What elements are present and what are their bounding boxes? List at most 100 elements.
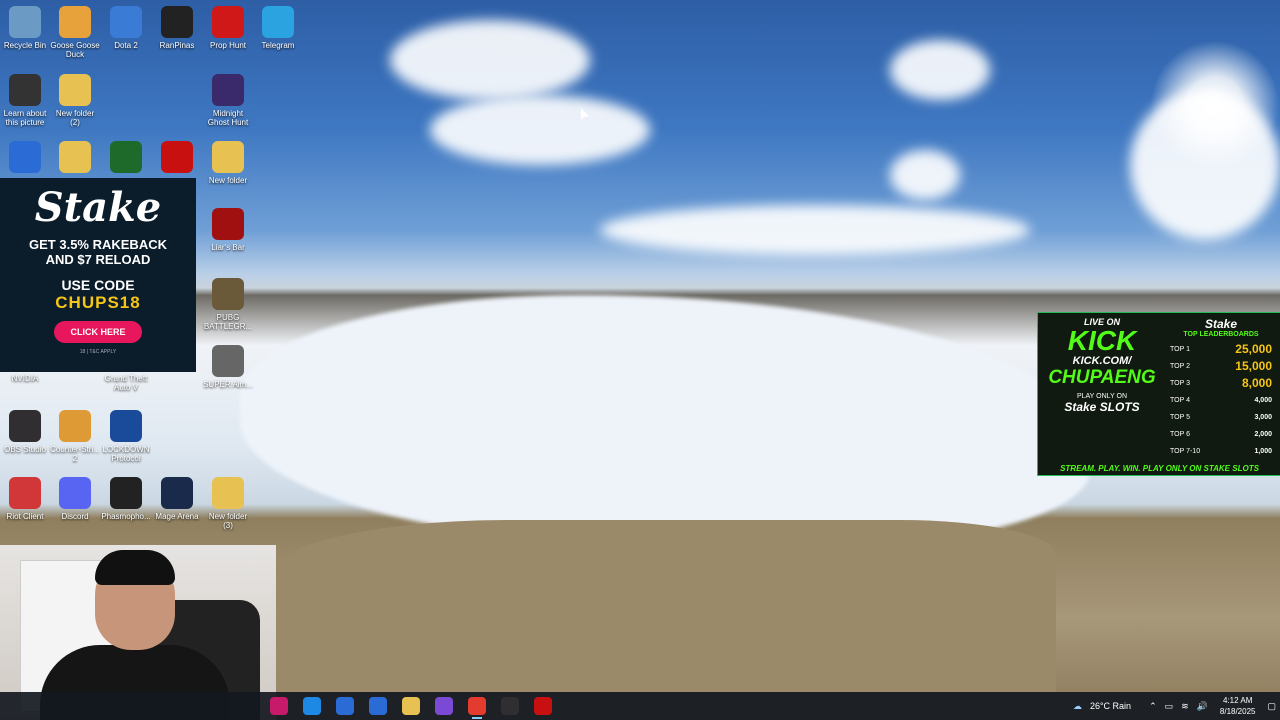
desktop-icon-label: Riot Client [6,512,44,521]
leaderboard-row: TOP 5 3,000 [1166,409,1276,426]
desktop-icon[interactable]: Liar's Bar [203,208,253,252]
desktop-icon-label: LOCKDOWN Protocol [102,445,150,463]
desktop-icon[interactable] [0,141,50,176]
store-icon[interactable] [336,697,354,715]
play-only-label: PLAY ONLY ON [1076,393,1128,400]
prop-hunt-icon [212,6,244,38]
wifi-icon[interactable]: ≋ [1181,701,1189,712]
stake-logo: Stake [34,184,162,231]
desktop-icon[interactable] [101,141,151,176]
desktop-icon[interactable]: Grand Theft Auto V [101,374,151,392]
liars-bar-icon [212,208,244,240]
leaderboard-row: TOP 1 25,000 [1166,341,1276,358]
desktop-icon[interactable]: Counter-Stri... 2 [50,410,100,463]
channel-name: CHUPAENG [1048,367,1156,388]
file-explorer-icon[interactable] [402,697,420,715]
leaderboard-row: TOP 2 15,000 [1166,358,1276,375]
cloud [1130,90,1280,240]
volume-icon[interactable]: 🔊 [1197,701,1208,712]
glacier [240,295,1090,545]
folder-icon [212,477,244,509]
desktop-icon[interactable]: Prop Hunt [203,6,253,50]
cs2-icon [59,410,91,442]
ghost-hunt-icon [212,74,244,106]
promo-code: CHUPS18 [55,293,141,312]
kick-logo: KICK [1067,325,1137,356]
chevron-up-icon[interactable]: ⌃ [1149,701,1157,712]
kick-stream-ad: LIVE ON KICK KICK.COM/ CHUPAENG PLAY ONL… [1037,312,1280,476]
edge-icon[interactable] [303,697,321,715]
weather-icon[interactable]: ☁ [1073,701,1082,712]
recycle-bin-icon [9,6,41,38]
ad-line-2: AND $7 RELOAD [45,252,151,267]
cloud [600,205,1030,255]
desktop-icon[interactable]: SUPER Aim... [203,345,253,389]
camera-icon [9,74,41,106]
desktop-icon-label: OBS Studio [4,445,46,454]
desktop-icon[interactable]: Phasmopho... [101,477,151,521]
desktop-icon[interactable] [152,141,202,176]
click-here-button[interactable]: CLICK HERE [54,321,142,343]
cloud [890,150,960,200]
desktop-icon[interactable]: New folder [203,141,253,185]
obs-icon[interactable] [435,697,453,715]
desktop-icon[interactable]: Mage Arena [152,477,202,521]
desktop-icon[interactable]: RanPinas [152,6,202,50]
lake [276,520,1056,692]
obs-icon [9,410,41,442]
desktop-icon[interactable]: Discord [50,477,100,521]
leaderboard-rank: TOP 7-10 [1170,448,1201,455]
desktop-icon[interactable]: Learn about this picture [0,74,50,127]
desktop-icon-label: SUPER Aim... [203,380,253,389]
folder-icon [59,74,91,106]
leaderboard-row: TOP 3 8,000 [1166,375,1276,392]
telegram-icon [262,6,294,38]
desktop-icon[interactable]: Goose Goose Duck [50,6,100,59]
desktop-icon-label: Mage Arena [155,512,199,521]
desktop-icon[interactable]: NVIDIA [0,374,50,383]
desktop-icon[interactable]: New folder (2) [50,74,100,127]
kick-app-icon[interactable] [534,697,552,715]
kick-url: KICK.COM/ [1072,355,1132,367]
desktop-icon-label: Counter-Stri... 2 [50,445,100,463]
desktop-icon-label: Prop Hunt [209,41,247,50]
desktop-icon[interactable]: Recycle Bin [0,6,50,50]
desktop-icon[interactable]: Midnight Ghost Hunt [203,74,253,127]
network-icon[interactable]: ▭ [1165,701,1174,712]
taskbar: ☁ 26°C Rain ⌃ ▭ ≋ 🔊 4:12 AM 8/18/2025 ▢ [0,692,1280,720]
desktop-icon-label: Liar's Bar [211,243,245,252]
clock[interactable]: 4:12 AM 8/18/2025 [1220,695,1256,717]
desktop-icon[interactable]: New folder (3) [203,477,253,530]
desktop-icon[interactable] [50,141,100,176]
lockdown-icon [110,410,142,442]
leaderboard-amount: 4,000 [1254,397,1272,404]
stake-ad-banner[interactable]: Stake GET 3.5% RAKEBACK AND $7 RELOAD US… [0,178,196,372]
time: 4:12 AM [1223,696,1253,705]
desktop-icon[interactable]: Telegram [253,6,303,50]
desktop-icon[interactable]: OBS Studio [0,410,50,454]
leaderboard-brand: Stake [1204,317,1238,331]
notification-icon[interactable]: ▢ [1267,701,1276,712]
desktop-icon-label: RanPinas [159,41,195,50]
leaderboard-rank: TOP 4 [1170,397,1190,404]
system-tray: ☁ 26°C Rain ⌃ ▭ ≋ 🔊 4:12 AM 8/18/2025 ▢ [1069,692,1280,720]
desktop-icon[interactable]: PUBG BATTLEGR... [203,278,253,331]
desktop-icon[interactable]: LOCKDOWN Protocol [101,410,151,463]
mage-arena-icon [161,477,193,509]
leaderboard-amount: 8,000 [1241,376,1272,390]
phasmophobia-icon [110,477,142,509]
desktop-icon[interactable]: Riot Client [0,477,50,521]
desktop-icon[interactable]: Dota 2 [101,6,151,50]
desktop-icon-label: Goose Goose Duck [50,41,100,59]
app-icon[interactable] [369,697,387,715]
leaderboard-amount: 1,000 [1254,448,1272,455]
leaderboard-rank: TOP 1 [1170,346,1190,353]
leaderboard-rank: TOP 6 [1170,431,1190,438]
leaderboard-rank: TOP 3 [1170,380,1190,387]
chrome-icon[interactable] [468,697,486,719]
leaderboard-amount: 25,000 [1235,342,1272,356]
desktop-icon-label: Discord [61,512,89,521]
weather-text[interactable]: 26°C Rain [1090,701,1131,711]
stream-deck-icon[interactable] [270,697,288,715]
obs-icon[interactable] [501,697,519,715]
